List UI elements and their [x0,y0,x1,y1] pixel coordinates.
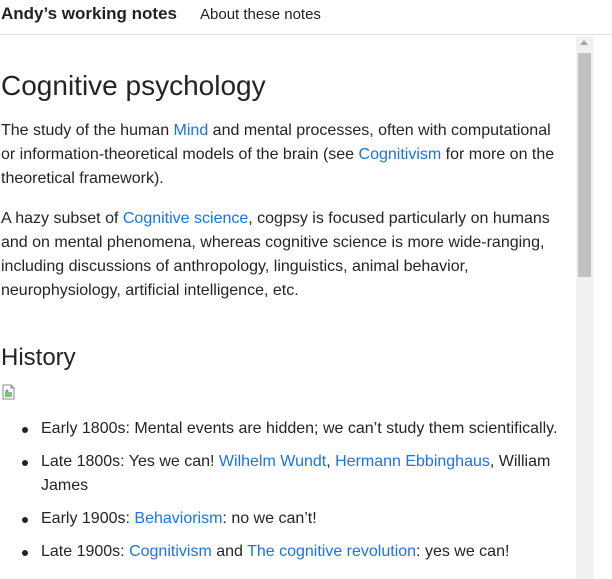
scrollbar-thumb[interactable] [578,53,591,277]
list-item: Late 1800s: Yes we can! Wilhelm Wundt, H… [0,450,560,498]
text-run: A hazy subset of [1,210,123,227]
list-item: Early 1900s: Behaviorism: no we can’t! [0,507,560,531]
text-run: : no we can’t! [222,510,317,527]
vertical-scrollbar[interactable] [576,36,593,579]
top-navbar: Andy’s working notes About these notes [0,0,612,35]
text-run: and [211,543,248,560]
link-behaviorism[interactable]: Behaviorism [134,510,222,527]
page-title: Cognitive psychology [1,70,266,101]
text-run: Early 1800s: Mental events are hidden; w… [41,420,558,437]
subset-paragraph: A hazy subset of Cognitive science, cogp… [1,207,561,303]
intro-paragraph: The study of the human Mind and mental p… [1,119,561,191]
text-run: Late 1800s: Yes we can! [41,453,219,470]
link-cognitive-science[interactable]: Cognitive science [123,210,248,227]
text-run: Late 1900s: [41,543,130,560]
history-heading: History [1,344,76,371]
link-cognitive-revolution[interactable]: The cognitive revolution [247,543,416,560]
text-run: , [326,453,336,470]
text-run: Early 1900s: [41,510,135,527]
scroll-up-arrow-icon[interactable] [580,40,588,45]
list-item: Early 1800s: Mental events are hidden; w… [0,417,560,441]
note-content: Cognitive psychology The study of the hu… [0,36,576,579]
nav-link-about[interactable]: About these notes [200,6,321,23]
link-cognitivism[interactable]: Cognitivism [359,146,442,163]
text-run: : yes we can! [416,543,510,560]
list-item: Late 1900s: Cognitivism and The cognitiv… [0,540,560,564]
history-list: Early 1800s: Mental events are hidden; w… [0,417,560,573]
link-wilhelm-wundt[interactable]: Wilhelm Wundt [219,453,326,470]
site-brand[interactable]: Andy’s working notes [1,4,177,24]
link-hermann-ebbinghaus[interactable]: Hermann Ebbinghaus [335,453,490,470]
text-run: The study of the human [1,122,174,139]
link-cognitivism-history[interactable]: Cognitivism [129,543,212,560]
broken-image-icon [2,384,15,400]
link-mind[interactable]: Mind [174,122,209,139]
window-edge [593,36,612,579]
